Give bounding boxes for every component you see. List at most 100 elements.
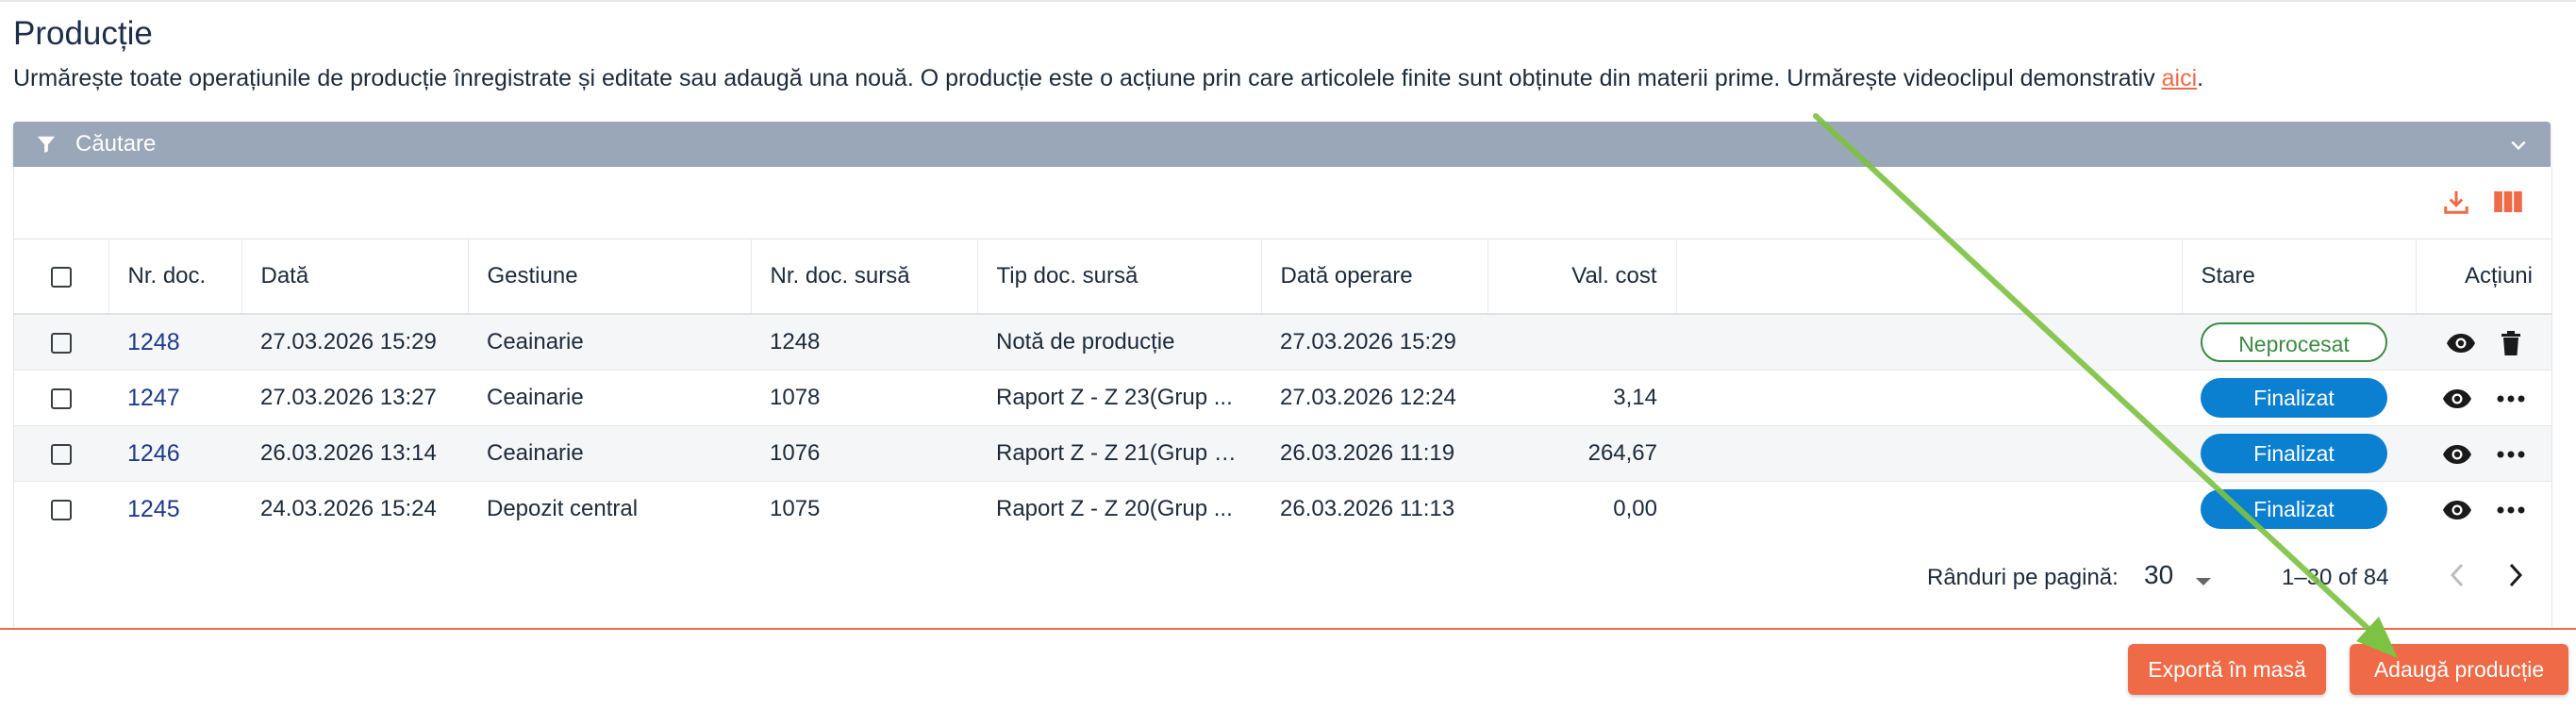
previous-page-icon[interactable] — [2448, 562, 2468, 593]
status-badge[interactable]: Finalizat — [2201, 378, 2387, 418]
cell-data-operare: 26.03.2026 11:19 — [1261, 425, 1487, 482]
chevron-down-icon[interactable] — [2509, 135, 2528, 161]
cell-data-operare: 27.03.2026 12:24 — [1261, 370, 1487, 426]
cell-data: 27.03.2026 13:27 — [241, 370, 468, 426]
cell-val-cost: 264,67 — [1487, 425, 1676, 482]
cell-nr-doc-sursa: 1076 — [751, 425, 977, 482]
cell-nr-doc-sursa: 1078 — [751, 370, 977, 426]
page-range: 1–30 of 84 — [2282, 565, 2389, 590]
cell-tip-doc-sursa: Raport Z - Z 23(Grup ... — [977, 370, 1261, 426]
table-row[interactable]: 1247 27.03.2026 13:27 Ceainarie 1078 Rap… — [14, 370, 2551, 426]
row-checkbox[interactable] — [51, 332, 72, 354]
rows-per-page-select[interactable]: 30 — [2144, 560, 2173, 590]
cell-spacer — [1676, 425, 2182, 482]
row-select-cell — [14, 425, 108, 482]
eye-icon[interactable] — [2446, 333, 2476, 354]
cell-gestiune: Depozit central — [468, 481, 751, 535]
pagination: Rânduri pe pagină: 30 1–30 of 84 — [14, 534, 2551, 627]
cell-nr-doc[interactable]: 1248 — [108, 314, 241, 371]
filter-icon — [36, 134, 57, 161]
cell-val-cost — [1487, 314, 1676, 371]
eye-icon[interactable] — [2442, 388, 2472, 409]
cell-data: 24.03.2026 15:24 — [241, 481, 468, 535]
video-link[interactable]: aici — [2162, 65, 2198, 91]
col-gestiune[interactable]: Gestiune — [468, 239, 752, 315]
download-icon[interactable] — [2442, 188, 2470, 221]
cell-data: 27.03.2026 15:29 — [241, 314, 468, 371]
status-badge[interactable]: Neprocesat — [2201, 322, 2387, 362]
row-select-cell — [14, 481, 108, 535]
cell-actions — [2416, 425, 2551, 482]
col-tip-doc-sursa[interactable]: Tip doc. sursă — [977, 239, 1262, 315]
bulk-export-button[interactable]: Exportă în masă — [2128, 644, 2326, 695]
cell-gestiune: Ceainarie — [468, 314, 751, 371]
eye-icon[interactable] — [2442, 500, 2472, 520]
top-divider — [0, 0, 2576, 2]
table-row[interactable]: 1245 24.03.2026 15:24 Depozit central 10… — [14, 481, 2551, 535]
col-actiuni: Acțiuni — [2416, 239, 2551, 315]
status-badge[interactable]: Finalizat — [2201, 489, 2387, 529]
description-text: Urmărește toate operațiunile de producți… — [13, 65, 2162, 91]
col-val-cost[interactable]: Val. cost — [1487, 239, 1677, 315]
cell-data: 26.03.2026 13:14 — [241, 425, 468, 482]
cell-nr-doc[interactable]: 1247 — [108, 370, 241, 426]
cell-nr-doc[interactable]: 1246 — [108, 425, 241, 482]
cell-actions — [2416, 370, 2551, 426]
select-all-header — [14, 239, 109, 315]
col-data[interactable]: Dată — [241, 239, 469, 315]
footer-bar: Exportă în masă Adaugă producție — [0, 628, 2576, 709]
cell-stare: Finalizat — [2182, 425, 2416, 482]
cell-val-cost: 0,00 — [1487, 481, 1676, 535]
cell-spacer — [1676, 481, 2182, 535]
cell-nr-doc[interactable]: 1245 — [108, 481, 241, 535]
cell-data-operare: 26.03.2026 11:13 — [1261, 481, 1487, 535]
table-header-row: Nr. doc. Dată Gestiune Nr. doc. sursă Ti… — [14, 239, 2551, 315]
search-label: Căutare — [75, 131, 157, 157]
col-nr-doc[interactable]: Nr. doc. — [108, 239, 242, 315]
cell-val-cost: 3,14 — [1487, 370, 1676, 426]
trash-icon[interactable] — [2501, 330, 2521, 355]
production-list-card: Nr. doc. Dată Gestiune Nr. doc. sursă Ti… — [13, 167, 2552, 627]
cell-data-operare: 27.03.2026 15:29 — [1261, 314, 1487, 371]
eye-icon[interactable] — [2442, 444, 2472, 465]
columns-icon[interactable] — [2493, 188, 2523, 221]
cell-actions — [2416, 314, 2551, 371]
cell-gestiune: Ceainarie — [468, 425, 751, 482]
cell-gestiune: Ceainarie — [468, 370, 751, 426]
cell-stare: Neprocesat — [2182, 314, 2416, 371]
caret-down-icon[interactable] — [2195, 574, 2212, 591]
cell-spacer — [1676, 314, 2182, 371]
col-spacer — [1676, 239, 2183, 315]
search-filter-bar[interactable]: Căutare — [13, 122, 2551, 167]
row-select-cell — [14, 370, 108, 426]
row-checkbox[interactable] — [51, 443, 72, 465]
rows-per-page-label: Rânduri pe pagină: — [1927, 565, 2119, 590]
description-end: . — [2197, 65, 2204, 91]
cell-tip-doc-sursa: Notă de producție — [977, 314, 1261, 371]
col-nr-doc-sursa[interactable]: Nr. doc. sursă — [751, 239, 978, 315]
row-checkbox[interactable] — [51, 387, 72, 409]
cell-tip-doc-sursa: Raport Z - Z 21(Grup P... — [977, 425, 1261, 482]
row-checkbox[interactable] — [51, 499, 72, 520]
cell-nr-doc-sursa: 1248 — [751, 314, 977, 371]
status-badge[interactable]: Finalizat — [2201, 434, 2387, 473]
table-row[interactable]: 1246 26.03.2026 13:14 Ceainarie 1076 Rap… — [14, 425, 2551, 482]
next-page-icon[interactable] — [2504, 562, 2525, 593]
more-options-icon[interactable] — [2497, 506, 2525, 514]
add-production-button[interactable]: Adaugă producție — [2350, 644, 2568, 695]
select-all-checkbox[interactable] — [50, 266, 72, 288]
cell-nr-doc-sursa: 1075 — [751, 481, 977, 535]
cell-tip-doc-sursa: Raport Z - Z 20(Grup ... — [977, 481, 1261, 535]
col-data-operare[interactable]: Dată operare — [1261, 239, 1488, 315]
page-description: Urmărește toate operațiunile de producți… — [13, 62, 2203, 94]
cell-stare: Finalizat — [2182, 481, 2416, 535]
production-table: Nr. doc. Dată Gestiune Nr. doc. sursă Ti… — [14, 239, 2551, 535]
col-stare[interactable]: Stare — [2182, 239, 2417, 315]
more-options-icon[interactable] — [2497, 395, 2525, 403]
more-options-icon[interactable] — [2497, 451, 2525, 458]
table-row[interactable]: 1248 27.03.2026 15:29 Ceainarie 1248 Not… — [14, 314, 2551, 371]
page-title: Producție — [13, 15, 153, 52]
row-select-cell — [14, 314, 108, 371]
cell-spacer — [1676, 370, 2182, 426]
cell-stare: Finalizat — [2182, 370, 2416, 426]
